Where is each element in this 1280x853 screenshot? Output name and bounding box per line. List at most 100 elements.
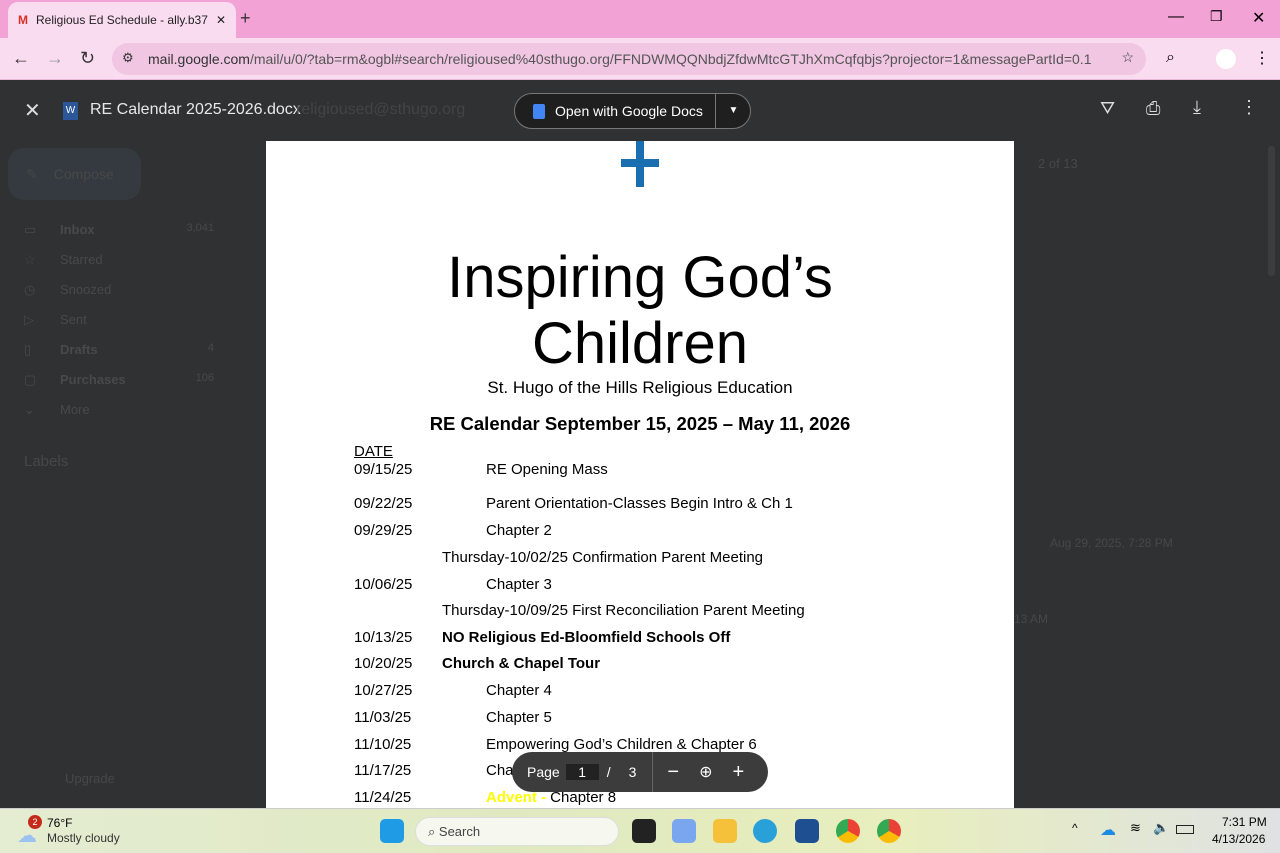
notification-badge: 2 — [28, 815, 42, 829]
title-line: Children — [532, 311, 748, 376]
tab-search-icon[interactable]: ⌕ — [1166, 49, 1175, 67]
sidebar-item-sent: ▷ Sent — [24, 312, 214, 327]
close-viewer-icon[interactable]: ✕ — [24, 98, 41, 123]
sidebar-item-inbox: ▭ Inbox 3,041 — [24, 222, 214, 237]
row-event: Chapter 4 — [486, 682, 552, 699]
page-label: Page — [527, 764, 560, 780]
compose-button: ✎ Compose — [8, 148, 141, 200]
new-tab-button[interactable]: + — [240, 8, 251, 29]
open-with-label: Open with Google Docs — [555, 103, 703, 119]
row-event: Empowering God’s Children & Chapter 6 — [486, 736, 757, 753]
row-text: Thursday-10/02/25 Confirmation Parent Me… — [442, 549, 764, 566]
file-explorer-icon[interactable] — [713, 819, 737, 843]
wifi-icon[interactable]: ≋ — [1130, 820, 1141, 836]
page-separator: / — [606, 764, 611, 780]
site-info-icon[interactable]: ⚙ — [122, 50, 134, 66]
battery-icon[interactable] — [1176, 825, 1194, 834]
taskbar-search[interactable]: ⌕ Search — [415, 817, 619, 846]
row-event: Thursday-10/09/25 First Reconciliation P… — [442, 602, 805, 619]
start-icon[interactable] — [380, 819, 404, 843]
page-navigator: Page 1 / 3 − ⊕ + — [512, 752, 768, 792]
clock-date[interactable]: 4/13/2026 — [1212, 832, 1265, 846]
task-view-icon[interactable] — [632, 819, 656, 843]
open-with-google-docs-button[interactable]: Open with Google Docs ▼ — [514, 93, 751, 129]
more-options-icon[interactable]: ⋮ — [1240, 97, 1258, 118]
calendar-heading: RE Calendar September 15, 2025 – May 11,… — [429, 413, 851, 434]
pagination: 2 of 13 — [1038, 156, 1078, 171]
sidebar-label: Inbox — [60, 222, 95, 237]
store-icon[interactable] — [795, 819, 819, 843]
clock-time[interactable]: 7:31 PM — [1222, 815, 1267, 829]
menu-icon[interactable]: ⋮ — [1254, 48, 1270, 68]
row-text: Chapter 4 — [486, 682, 552, 699]
volume-icon[interactable]: 🔈 — [1153, 820, 1169, 836]
url-path: /mail/u/0/?tab=rm&ogbl#search/religiouse… — [249, 51, 1092, 67]
row-event: RE Opening Mass — [486, 461, 608, 478]
row-date: 11/10/25 — [354, 736, 412, 753]
row-date: 10/27/25 — [354, 682, 413, 699]
url-input[interactable]: ⚙ mail.google.com/mail/u/0/?tab=rm&ogbl#… — [112, 43, 1146, 75]
close-tab-icon[interactable]: ✕ — [216, 13, 226, 27]
sidebar-icon: ◷ — [24, 282, 36, 297]
sidebar-icon: ▷ — [24, 312, 34, 327]
date-column-header: DATE — [354, 443, 393, 460]
sidebar-count: 106 — [195, 372, 214, 384]
restore-icon[interactable]: ❐ — [1210, 8, 1223, 25]
document-page: Inspiring God’s Children St. Hugo of the… — [266, 141, 1014, 808]
zoom-fit-icon[interactable]: ⊕ — [699, 762, 712, 782]
forward-icon[interactable]: → — [46, 48, 64, 69]
sidebar-icon: ▯ — [24, 342, 32, 357]
word-file-icon: W — [63, 102, 78, 120]
row-text: NO Religious Ed-Bloomfield Schools Off — [442, 629, 731, 646]
add-to-drive-icon[interactable]: ⛛ — [1100, 98, 1115, 119]
profile-avatar[interactable] — [1216, 49, 1236, 69]
row-date: 10/13/25 — [354, 629, 413, 646]
page-total: 3 — [628, 764, 637, 780]
download-icon[interactable]: ⤓ — [1193, 97, 1201, 118]
chrome-active-icon[interactable] — [877, 819, 901, 843]
search-label: Search — [438, 824, 481, 839]
dropdown-chevron-icon[interactable]: ▼ — [715, 94, 751, 128]
reload-icon[interactable]: ↻ — [80, 48, 95, 69]
address-bar-row: ← → ↻ ⚙ mail.google.com/mail/u/0/?tab=rm… — [0, 38, 1280, 80]
row-event: Chapter 2 — [486, 522, 552, 539]
tray-chevron-icon[interactable]: ^ — [1072, 821, 1078, 835]
row-date: 11/17/25 — [354, 762, 412, 779]
tab-strip: M Religious Ed Schedule - ally.b37 ✕ + —… — [0, 0, 1280, 38]
pencil-icon: ✎ — [26, 165, 38, 182]
minimize-icon[interactable]: — — [1168, 8, 1184, 26]
row-event: NO Religious Ed-Bloomfield Schools Off — [442, 629, 730, 646]
sidebar-item-snoozed: ◷ Snoozed — [24, 282, 214, 297]
scrollbar[interactable] — [1268, 146, 1275, 276]
taskbar: ☁ 2 76°F Mostly cloudy ⌕ Search ^ ☁ ≋ 🔈 … — [0, 808, 1280, 853]
row-event: Chapter 5 — [486, 709, 552, 726]
row-text: Chapter 2 — [486, 522, 552, 539]
gmail-icon: M — [18, 13, 28, 27]
row-text: Chapter 5 — [486, 709, 552, 726]
chrome-icon[interactable] — [836, 819, 860, 843]
bookmark-star-icon[interactable]: ☆ — [1121, 49, 1134, 66]
sidebar-label: Starred — [60, 252, 103, 267]
document-subtitle: St. Hugo of the Hills Religious Educatio… — [487, 378, 793, 397]
row-text: Empowering God’s Children & Chapter 6 — [486, 736, 757, 753]
page-number-input[interactable]: 1 — [565, 764, 599, 780]
onedrive-icon[interactable]: ☁ — [1100, 820, 1116, 840]
zoom-out-icon[interactable]: − — [667, 761, 679, 784]
row-text: Parent Orientation-Classes Begin Intro &… — [486, 495, 793, 512]
upgrade-link: Upgrade — [65, 771, 115, 786]
weather-desc: Mostly cloudy — [47, 831, 120, 845]
sidebar-icon: ☆ — [24, 252, 36, 267]
browser-tab[interactable]: M Religious Ed Schedule - ally.b37 ✕ — [8, 2, 236, 38]
row-text: Chapter 3 — [486, 576, 552, 593]
row-event: Thursday-10/02/25 Confirmation Parent Me… — [442, 549, 763, 566]
close-window-icon[interactable]: ✕ — [1252, 8, 1265, 28]
back-icon[interactable]: ← — [12, 48, 30, 69]
weather-temp: 76°F — [47, 816, 73, 830]
sidebar-item-starred: ☆ Starred — [24, 252, 214, 267]
row-date: 10/06/25 — [354, 576, 413, 593]
print-icon[interactable]: ⎙ — [1146, 98, 1160, 119]
edge-icon[interactable] — [753, 819, 777, 843]
zoom-in-icon[interactable]: + — [732, 761, 744, 784]
message-date: Aug 29, 2025, 7:28 PM — [1050, 536, 1173, 550]
m365-icon[interactable] — [672, 819, 696, 843]
